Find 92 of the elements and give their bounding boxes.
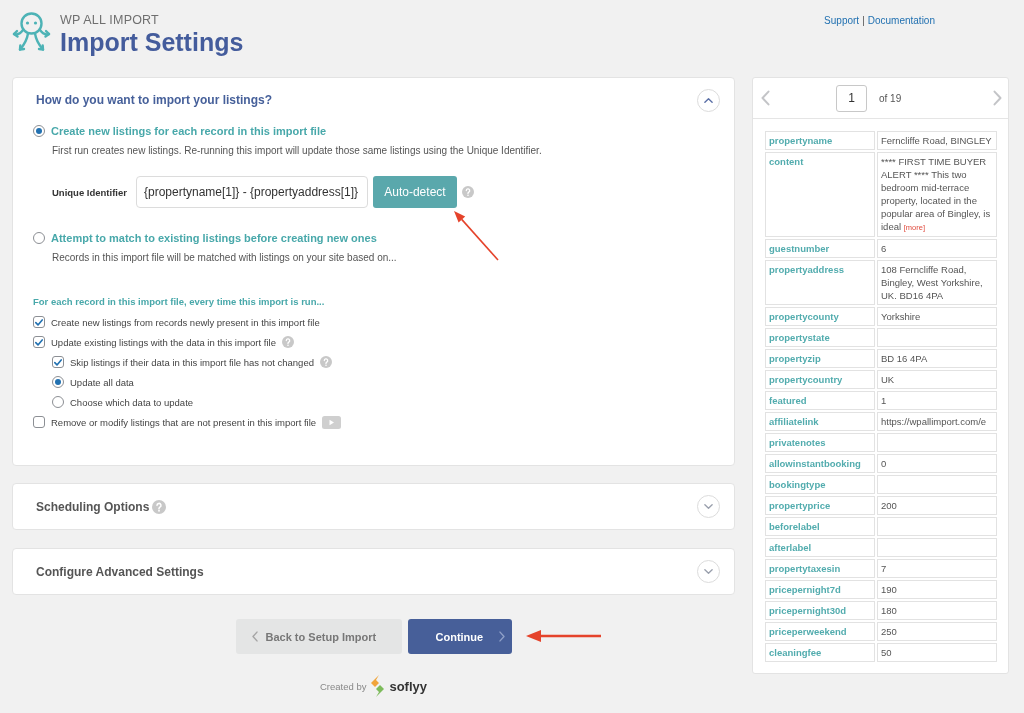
record-key: propertytaxesin [769, 563, 841, 574]
record-value: 250 [881, 626, 897, 637]
chevron-right-icon[interactable] [993, 90, 1002, 106]
record-key: bookingtype [769, 479, 826, 490]
video-play-icon[interactable] [322, 415, 342, 429]
record-key: propertycountry [769, 374, 843, 385]
record-value: 200 [881, 500, 897, 511]
expand-toggle[interactable] [697, 495, 720, 518]
record-key: cleaningfee [769, 647, 822, 658]
link-separator: | [862, 14, 865, 28]
record-key: propertystate [769, 332, 830, 343]
chevron-left-icon [251, 631, 258, 642]
record-key: propertyzip [769, 353, 821, 364]
setting-label: Skip listings if their data in this import file has not changed [70, 356, 314, 368]
record-value: 7 [881, 563, 887, 574]
record-key: affiliatelink [769, 416, 819, 427]
brand-name: soflyy [389, 678, 428, 694]
help-icon[interactable] [281, 336, 294, 348]
annotation-arrow [453, 210, 499, 261]
radio-button[interactable] [52, 396, 64, 408]
setting-label: Create new listings from records newly present in this import file [51, 316, 320, 328]
chevron-down-icon [704, 569, 713, 574]
option-description: First run creates new listings. Re-running this import will update those same listings using the Unique Identifier. [52, 144, 543, 158]
record-key: guestnumber [769, 243, 830, 254]
record-key: priceperweekend [769, 626, 847, 637]
collapse-toggle[interactable] [697, 88, 720, 112]
record-value: Ferncliffe Road, BINGLEY [881, 135, 992, 146]
record-value: Yorkshire [881, 311, 921, 322]
record-key: allowinstantbooking [769, 458, 861, 469]
record-key: featured [769, 395, 807, 406]
option-description: Records in this import file will be matched with listings on your site based on... [52, 251, 398, 265]
checkbox[interactable] [33, 316, 45, 328]
radio-button[interactable] [33, 125, 45, 137]
logo-icon [12, 12, 51, 52]
record-value: UK [881, 374, 895, 385]
page-title: Import Settings [60, 28, 244, 56]
checkbox[interactable] [33, 336, 45, 348]
record-value: 50 [881, 647, 892, 658]
identifier-input[interactable]: {propertyname[1]} - {propertyaddress[1]} [135, 176, 368, 208]
checkmark-icon [35, 318, 43, 326]
subsection-heading: For each record in this import file, every time this import is run... [33, 295, 326, 309]
header-link[interactable]: Support [824, 14, 860, 28]
record-value: 6 [881, 243, 887, 254]
record-value: 108 Ferncliffe Road, Bingley, West Yorkshire, UK. BD16 4PA [881, 264, 983, 301]
checkbox[interactable] [52, 356, 64, 368]
record-value: BD 16 4PA [881, 353, 928, 364]
brand-name: WP ALL IMPORT [60, 13, 159, 28]
record-key: propertyaddress [769, 264, 844, 275]
checkbox[interactable] [33, 416, 45, 428]
record-key: pricepernight30d [769, 605, 847, 616]
setting-label: Update existing listings with the data in this import file [51, 336, 276, 348]
record-value: 190 [881, 584, 897, 595]
checkmark-icon [35, 338, 43, 346]
radio-button[interactable] [52, 376, 64, 388]
record-value: https://wpallimport.com/e [881, 416, 987, 427]
expand-toggle[interactable] [697, 560, 720, 583]
back-button[interactable]: Back to Setup Import [235, 619, 402, 654]
continue-button[interactable]: Continue [407, 619, 512, 654]
setting-label: Update all data [70, 376, 134, 388]
option-label: Create new listings for each record in this import file [51, 125, 327, 137]
page-count: of 19 [879, 92, 902, 104]
chevron-down-icon [704, 504, 713, 509]
checkmark-icon [54, 358, 62, 366]
page-input[interactable]: 1 [836, 84, 867, 112]
section-heading[interactable]: Configure Advanced Settings [36, 564, 204, 579]
help-icon[interactable] [461, 186, 474, 198]
record-key: beforelabel [769, 521, 820, 532]
record-key: privatenotes [769, 437, 826, 448]
section-heading[interactable]: Scheduling Options [36, 499, 150, 514]
section-heading: How do you want to import your listings? [36, 93, 272, 107]
record-key: afterlabel [769, 542, 812, 553]
field-label: Unique Identifier [52, 186, 127, 198]
record-value: 180 [881, 605, 897, 616]
help-icon[interactable] [319, 356, 332, 368]
option-label: Attempt to match to existing listings before creating new ones [51, 232, 377, 244]
record-key: propertyprice [769, 500, 831, 511]
record-value: 1 [881, 395, 887, 406]
logo-icon [370, 675, 386, 697]
chevron-up-icon [704, 97, 713, 103]
record-key: content [769, 156, 804, 167]
help-icon[interactable] [152, 499, 167, 514]
chevron-left-icon[interactable] [761, 90, 770, 106]
chevron-right-icon [499, 631, 506, 642]
credit-text: Created by [319, 680, 367, 692]
setting-label: Choose which data to update [70, 396, 194, 408]
record-key: propertyname [769, 135, 833, 146]
header-link[interactable]: Documentation [867, 14, 935, 28]
record-key: pricepernight7d [769, 584, 841, 595]
setting-label: Remove or modify listings that are not present in this import file [51, 416, 317, 428]
record-key: propertycounty [769, 311, 839, 322]
record-value: 0 [881, 458, 887, 469]
radio-button[interactable] [33, 232, 45, 244]
